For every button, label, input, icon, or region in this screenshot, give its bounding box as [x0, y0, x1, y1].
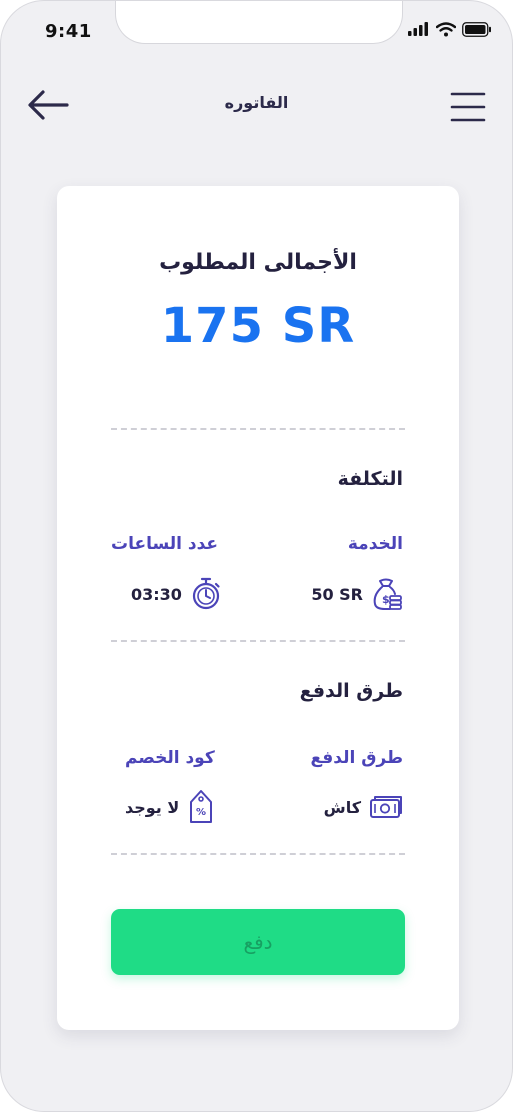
- discount-code-value: لا يوجد: [125, 797, 180, 817]
- top-app-bar: الفاتوره: [1, 81, 512, 129]
- service-label: الخدمة: [347, 534, 403, 554]
- hamburger-menu-icon: [450, 92, 486, 122]
- discount-code-label: كود الخصم: [125, 748, 215, 768]
- wifi-icon: [436, 21, 456, 36]
- total-label: الأجمالى المطلوب: [159, 250, 357, 275]
- hours-label: عدد الساعات: [111, 534, 219, 554]
- page-title: الفاتوره: [224, 93, 289, 112]
- cash-icon: [370, 796, 402, 818]
- service-value: 50 SR: [311, 584, 363, 604]
- service-value-row: 50 SR $: [311, 576, 403, 612]
- hours-value: 03:30: [131, 584, 182, 604]
- stopwatch-icon: [192, 577, 220, 610]
- battery-icon: [462, 21, 491, 37]
- discount-code-row: لا يوجد %: [125, 789, 215, 825]
- payment-section-title: طرق الدفع: [299, 680, 403, 702]
- menu-button[interactable]: [448, 85, 488, 125]
- pay-button[interactable]: دفع: [111, 909, 405, 975]
- status-time: 9:41: [45, 21, 92, 42]
- cost-section-title: التكلفة: [337, 468, 403, 490]
- divider: [111, 428, 405, 430]
- payment-method-value: كاش: [323, 797, 361, 817]
- status-icons: [408, 19, 492, 39]
- svg-text:$: $: [382, 593, 390, 606]
- payment-method-label: طرق الدفع: [310, 748, 403, 768]
- money-bag-icon: $: [373, 578, 402, 610]
- divider: [111, 853, 405, 855]
- hours-value-row: 03:30: [131, 576, 222, 612]
- phone-frame: 9:41 الفاتوره الأجمالى المطلوب 175 SR ال…: [0, 0, 513, 1112]
- signal-icon: [408, 22, 428, 36]
- discount-tag-icon: %: [190, 790, 213, 823]
- divider: [111, 640, 405, 642]
- phone-notch: [115, 1, 403, 44]
- svg-text:%: %: [196, 807, 206, 818]
- total-amount: 175 SR: [160, 298, 356, 354]
- payment-method-row: كاش: [324, 789, 403, 825]
- invoice-card: الأجمالى المطلوب 175 SR التكلفة الخدمة ع…: [57, 186, 459, 1030]
